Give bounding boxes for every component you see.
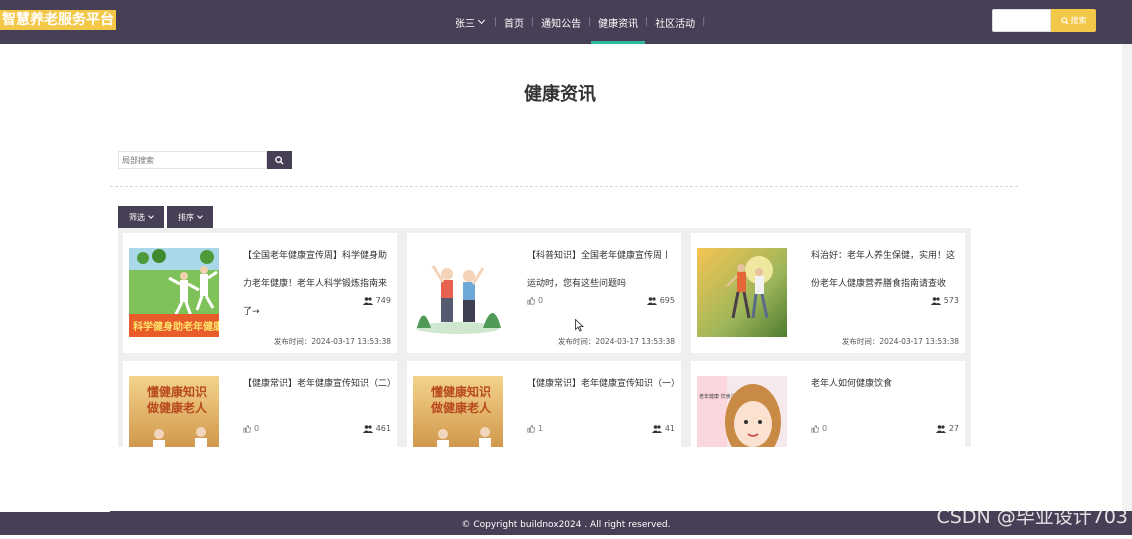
chevron-down-icon	[197, 212, 203, 219]
brand-logo[interactable]: 智慧养老服务平台	[0, 10, 116, 30]
users-icon	[362, 424, 373, 433]
news-title[interactable]: 【健康常识】老年健康宣传知识（二）	[243, 370, 396, 398]
news-thumbnail[interactable]: 科学健身助老年健康	[129, 248, 219, 337]
view-count: 573	[930, 296, 959, 305]
search-icon	[1060, 16, 1069, 25]
news-card[interactable]: 【科普知识】全国老年健康宣传周丨运动时，您有这些问题吗 0 695 发布时间：2…	[407, 233, 681, 353]
top-search-button[interactable]: 搜索	[1051, 9, 1096, 32]
publish-time: 发布时间：2024-03-17 13:53:38	[841, 337, 959, 346]
thumbnail-text: 做健康老人	[430, 400, 492, 415]
thumbs-up-icon	[527, 296, 535, 305]
scrollbar-track[interactable]	[1122, 44, 1132, 511]
users-icon	[646, 296, 657, 305]
users-icon	[651, 424, 662, 433]
view-count-value: 749	[375, 296, 391, 305]
search-icon	[275, 155, 284, 165]
main-nav: 张三 | 首页 | 通知公告 | 健康资讯 | 社区活动 |	[448, 0, 705, 44]
news-title[interactable]: 老年人如何健康饮食	[811, 370, 961, 398]
like-count-value: 0	[254, 424, 260, 433]
divider	[110, 186, 1018, 187]
like-count-value: 1	[538, 424, 544, 433]
view-count: 41	[651, 424, 675, 433]
nav-item-health-news[interactable]: 健康资讯	[591, 0, 646, 44]
thumbnail-text: 懂健康知识	[146, 384, 207, 399]
view-count-value: 27	[948, 424, 959, 433]
view-count: 695	[646, 296, 675, 305]
view-count-value: 573	[943, 296, 959, 305]
like-count[interactable]: 1	[527, 424, 543, 433]
local-search-button[interactable]	[267, 151, 292, 169]
thumbs-up-icon	[243, 424, 251, 433]
view-count: 461	[362, 424, 391, 433]
filter-button[interactable]: 筛选	[118, 206, 164, 228]
filter-label: 筛选	[129, 212, 145, 222]
top-search-input[interactable]	[992, 9, 1051, 32]
news-title[interactable]: 【全国老年健康宣传周】科学健身助力老年健康！老年人科学锻炼指南来了→	[243, 242, 393, 326]
users-icon	[930, 296, 941, 305]
news-thumbnail[interactable]	[413, 248, 503, 337]
view-count-value: 695	[659, 296, 675, 305]
watermark-text: CSDN @毕业设计703	[936, 506, 1128, 528]
nav-item-notices[interactable]: 通知公告	[534, 0, 588, 44]
like-count[interactable]: 0	[243, 424, 259, 433]
news-card[interactable]: 科治好：老年人养生保健，实用！这份老年人健康营养膳食指南请查收 573 发布时间…	[691, 233, 965, 353]
news-thumbnail[interactable]: 老年健康 饮食注意	[697, 376, 787, 447]
view-count: 749	[362, 296, 391, 305]
like-count-value: 0	[538, 296, 544, 305]
news-card[interactable]: 懂健康知识 做健康老人 【健康常识】老年健康宣传知识（二） 0 461	[123, 361, 397, 447]
news-title[interactable]: 科治好：老年人养生保健，实用！这份老年人健康营养膳食指南请查收	[811, 242, 961, 298]
nav-item-community[interactable]: 社区活动	[648, 0, 702, 44]
top-search: 搜索	[992, 9, 1096, 32]
local-search	[118, 151, 292, 169]
users-icon	[362, 296, 373, 305]
user-name: 张三	[455, 18, 475, 30]
news-card[interactable]: 懂健康知识 做健康老人 【健康常识】老年健康宣传知识（一） 1 41	[407, 361, 681, 447]
filter-bar: 筛选 排序	[118, 206, 213, 228]
news-title[interactable]: 【科普知识】全国老年健康宣传周丨运动时，您有这些问题吗	[527, 242, 677, 298]
view-count: 27	[935, 424, 959, 433]
user-menu[interactable]: 张三	[448, 0, 494, 44]
thumbs-up-icon	[811, 424, 819, 433]
top-navbar: 智慧养老服务平台 张三 | 首页 | 通知公告 | 健康资讯 | 社区活动 | …	[0, 0, 1132, 44]
news-grid: 科学健身助老年健康 【全国老年健康宣传周】科学健身助力老年健康！老年人科学锻炼指…	[118, 228, 971, 447]
view-count-value: 41	[664, 424, 675, 433]
sort-label: 排序	[178, 212, 194, 222]
like-count[interactable]: 0	[811, 424, 827, 433]
view-count-value: 461	[375, 424, 391, 433]
local-search-input[interactable]	[118, 151, 267, 169]
nav-separator: |	[702, 17, 706, 27]
publish-time: 发布时间：2024-03-17 13:53:38	[557, 337, 675, 346]
thumbs-up-icon	[527, 424, 535, 433]
news-thumbnail[interactable]: 懂健康知识 做健康老人	[129, 376, 219, 447]
sort-button[interactable]: 排序	[167, 206, 213, 228]
publish-time: 发布时间：2024-03-17 13:53:38	[273, 337, 391, 346]
news-card[interactable]: 老年健康 饮食注意 老年人如何健康饮食 0 27	[691, 361, 965, 447]
news-thumbnail[interactable]: 懂健康知识 做健康老人	[413, 376, 503, 447]
chevron-down-icon	[477, 16, 486, 25]
like-count-value: 0	[822, 424, 828, 433]
top-search-label: 搜索	[1070, 16, 1087, 25]
news-title[interactable]: 【健康常识】老年健康宣传知识（一）	[527, 370, 680, 398]
users-icon	[935, 424, 946, 433]
news-card[interactable]: 科学健身助老年健康 【全国老年健康宣传周】科学健身助力老年健康！老年人科学锻炼指…	[123, 233, 397, 353]
page-title: 健康资讯	[524, 84, 596, 105]
thumbnail-text: 做健康老人	[146, 400, 208, 415]
news-thumbnail[interactable]	[697, 248, 787, 337]
like-count[interactable]: 0	[527, 296, 543, 305]
nav-item-home[interactable]: 首页	[497, 0, 531, 44]
thumbnail-text: 科学健身助老年健康	[133, 320, 219, 333]
chevron-down-icon	[148, 212, 154, 219]
mouse-cursor-icon	[575, 319, 584, 332]
thumbnail-text: 懂健康知识	[430, 384, 491, 399]
